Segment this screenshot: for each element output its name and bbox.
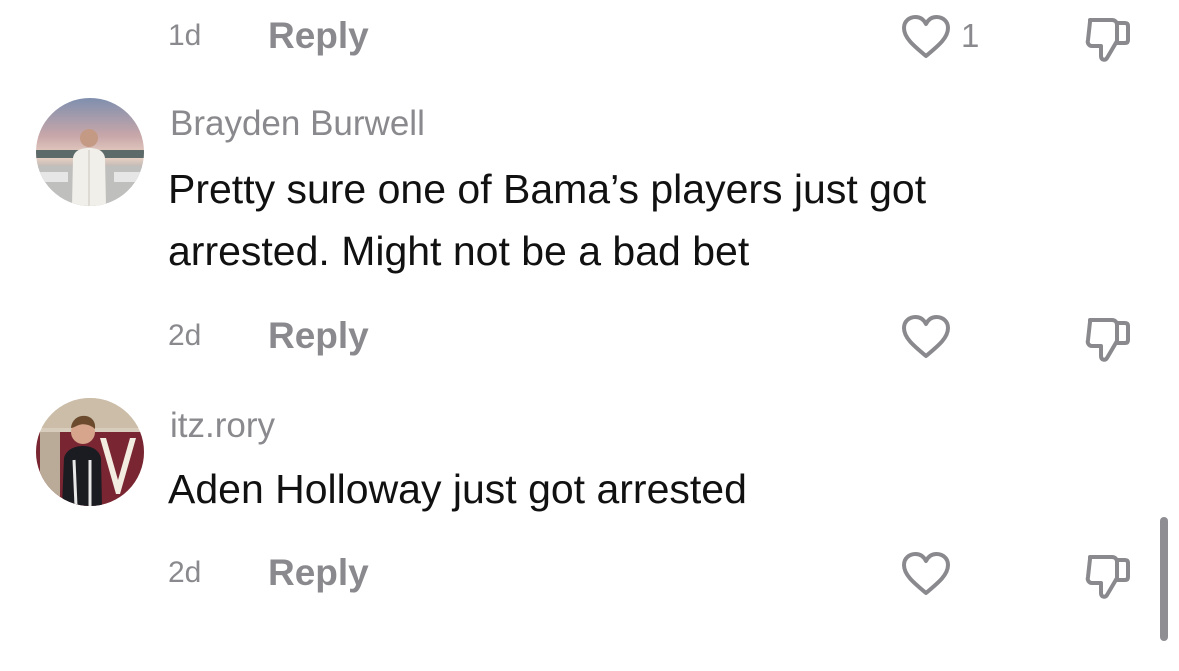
- scrollbar[interactable]: [1160, 517, 1168, 641]
- comment-username[interactable]: itz.rory: [170, 404, 275, 448]
- comment-actions-row: 2d Reply: [0, 543, 1179, 603]
- avatar-image: [36, 398, 144, 506]
- comment-timestamp: 2d: [168, 319, 202, 352]
- like-button[interactable]: [900, 552, 952, 596]
- dislike-button[interactable]: [1082, 314, 1134, 364]
- dislike-button[interactable]: [1082, 551, 1134, 601]
- heart-icon: [902, 552, 950, 595]
- dislike-button[interactable]: [1082, 14, 1134, 64]
- comment-actions-row: 1d Reply 1: [0, 6, 1179, 66]
- reply-button[interactable]: Reply: [268, 6, 369, 66]
- comment-username[interactable]: Brayden Burwell: [170, 102, 425, 146]
- thumbs-down-icon: [1085, 318, 1130, 362]
- comment-text: Pretty sure one of Bama’s players just g…: [168, 166, 927, 274]
- thumbs-down-icon: [1085, 18, 1130, 62]
- heart-icon: [902, 315, 950, 358]
- like-button[interactable]: [900, 315, 952, 359]
- like-count: 1: [961, 17, 980, 54]
- reply-button[interactable]: Reply: [268, 543, 369, 603]
- reply-button[interactable]: Reply: [268, 306, 369, 366]
- comment-timestamp: 1d: [168, 19, 202, 52]
- avatar-image: [36, 98, 144, 206]
- like-button[interactable]: [900, 15, 952, 59]
- comment-text: Aden Holloway just got arrested: [168, 466, 747, 512]
- comment-timestamp: 2d: [168, 556, 202, 589]
- heart-icon: [902, 15, 950, 58]
- avatar[interactable]: [36, 398, 144, 506]
- avatar[interactable]: [36, 98, 144, 206]
- comment-actions-row: 2d Reply: [0, 306, 1179, 366]
- thumbs-down-icon: [1085, 555, 1130, 599]
- comments-screen: 1d Reply 1 Brayden Burwell Pretty sure o…: [0, 0, 1179, 671]
